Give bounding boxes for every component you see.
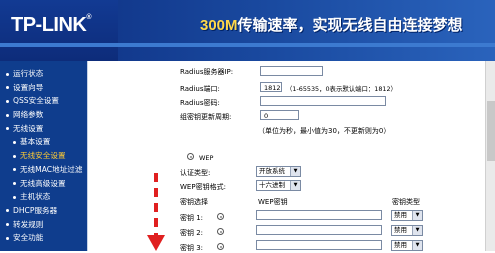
sidebar-item[interactable]: 无线安全设置 <box>6 149 82 163</box>
radius-ip-input[interactable] <box>260 66 323 76</box>
bullet-icon <box>13 154 16 158</box>
radius-password-label: Radius密码: <box>180 99 220 107</box>
key-2-type-select[interactable]: 禁用 ▼ <box>391 225 423 236</box>
wep-format-value: 十六进制 <box>259 181 285 189</box>
sidebar-item[interactable]: 主机状态 <box>6 190 82 204</box>
tp-link-logo: TP-LINK® <box>11 14 92 37</box>
key-1-type-value: 禁用 <box>394 211 407 219</box>
group-key-renew-hint: （单位为秒，最小值为30，不更新则为0） <box>258 127 391 135</box>
radius-port-label: Radius端口: <box>180 85 220 93</box>
banner-strip <box>0 43 495 47</box>
sidebar-item-label: 运行状态 <box>13 69 44 78</box>
sidebar-item-label: 无线高级设置 <box>20 178 66 188</box>
group-key-renew-input[interactable]: 0 <box>260 110 299 120</box>
logo-area: TP-LINK® <box>0 0 118 61</box>
auth-type-value: 开放系统 <box>259 167 285 175</box>
chevron-down-icon: ▼ <box>290 167 300 176</box>
bullet-icon <box>13 140 16 144</box>
sidebar-item-label: DHCP服务器 <box>13 205 58 215</box>
key-2-input[interactable] <box>256 225 382 235</box>
sidebar-item[interactable]: DHCP服务器 <box>6 204 82 218</box>
bullet-icon <box>6 99 9 103</box>
chevron-down-icon: ▼ <box>412 226 422 235</box>
col-key-select: 密钥选择 <box>180 198 208 206</box>
wep-label: WEP <box>199 154 214 162</box>
col-key-type: 密钥类型 <box>392 198 420 206</box>
key-3-input[interactable] <box>256 240 382 250</box>
bullet-icon <box>6 236 9 240</box>
sidebar-item-label: 转发规则 <box>13 219 44 229</box>
sidebar-menu: 运行状态设置向导 QSS安全设置 网络参数无线设置基本设置无线安全设置无线MAC地址… <box>6 67 82 245</box>
auth-type-select[interactable]: 开放系统 ▼ <box>256 166 301 177</box>
chevron-down-icon: ▼ <box>412 241 422 250</box>
col-wep-key: WEP密钥 <box>258 198 288 206</box>
main-content: Radius服务器IP: Radius端口: 1812 （1-65535，0表示… <box>87 61 486 252</box>
bullet-icon <box>6 113 9 117</box>
radius-ip-label: Radius服务器IP: <box>180 68 234 76</box>
chevron-down-icon: ▼ <box>412 211 422 220</box>
bullet-icon <box>13 195 16 199</box>
sidebar-item[interactable]: 无线设置 <box>6 122 82 136</box>
sidebar-item[interactable]: 安全功能 <box>6 231 82 245</box>
vertical-scrollbar[interactable] <box>485 61 495 251</box>
sidebar-item-label: 设置向导 <box>13 82 44 92</box>
sidebar-item[interactable]: 无线MAC地址过滤 <box>6 163 82 177</box>
radius-port-input[interactable]: 1812 <box>260 82 282 92</box>
key-1-radio[interactable] <box>217 213 224 220</box>
sidebar-item-label: 无线MAC地址过滤 <box>20 164 83 174</box>
sidebar-item[interactable]: 运行状态 <box>6 67 82 81</box>
key-1-label: 密钥 1: <box>180 214 204 222</box>
bullet-icon <box>6 209 9 213</box>
chevron-down-icon: ▼ <box>290 181 300 190</box>
sidebar-item[interactable]: 设置向导 <box>6 81 82 95</box>
sidebar-item-label: 主机状态 <box>20 192 51 202</box>
sidebar-item-label: 无线设置 <box>13 123 44 133</box>
bullet-icon <box>6 127 9 131</box>
sidebar-item-label: 无线安全设置 <box>20 151 66 161</box>
key-2-label: 密钥 2: <box>180 229 204 237</box>
sidebar-item[interactable]: 网络参数 <box>6 108 82 122</box>
logo-trademark: ® <box>86 14 92 21</box>
wep-format-label: WEP密钥格式: <box>180 183 226 191</box>
key-3-radio[interactable] <box>217 243 224 250</box>
bullet-icon <box>6 223 9 227</box>
key-3-type-value: 禁用 <box>394 241 407 249</box>
wep-radio[interactable] <box>187 153 194 160</box>
key-1-input[interactable] <box>256 210 382 220</box>
sidebar-item[interactable]: 基本设置 <box>6 135 82 149</box>
sidebar-item-label: 基本设置 <box>20 137 51 147</box>
sidebar-item-label: 网络参数 <box>13 110 44 120</box>
banner-slogan: 300M传输速率，实现无线自由连接梦想 <box>200 14 463 35</box>
sidebar-item[interactable]: QSS安全设置 <box>6 94 82 108</box>
auth-type-label: 认证类型: <box>180 169 211 177</box>
wep-format-select[interactable]: 十六进制 ▼ <box>256 180 301 191</box>
red-arrow-annotation <box>147 173 165 251</box>
scrollbar-thumb[interactable] <box>487 101 495 161</box>
key-1-type-select[interactable]: 禁用 ▼ <box>391 210 423 221</box>
sidebar-item[interactable]: 转发规则 <box>6 218 82 232</box>
key-2-type-value: 禁用 <box>394 226 407 234</box>
key-3-type-select[interactable]: 禁用 ▼ <box>391 240 423 251</box>
bullet-icon <box>13 168 16 172</box>
slogan-text: 传输速率，实现无线自由连接梦想 <box>237 17 463 34</box>
bullet-icon <box>6 72 9 76</box>
radius-port-hint: （1-65535，0表示默认端口：1812） <box>286 85 397 93</box>
slogan-highlight: 300M <box>200 17 238 34</box>
sidebar-item-label: 安全功能 <box>13 233 44 243</box>
logo-text: TP-LINK <box>11 14 87 36</box>
header-banner: TP-LINK® 300M传输速率，实现无线自由连接梦想 <box>0 0 495 61</box>
sidebar-item-label: QSS安全设置 <box>13 96 59 106</box>
sidebar: 运行状态设置向导 QSS安全设置 网络参数无线设置基本设置无线安全设置无线MAC地址… <box>0 61 87 251</box>
key-2-radio[interactable] <box>217 228 224 235</box>
sidebar-item[interactable]: 无线高级设置 <box>6 177 82 191</box>
bullet-icon <box>6 86 9 90</box>
radius-password-input[interactable] <box>260 96 386 106</box>
group-key-renew-label: 组密钥更新周期: <box>180 113 232 121</box>
bullet-icon <box>13 182 16 185</box>
key-3-label: 密钥 3: <box>180 244 204 252</box>
